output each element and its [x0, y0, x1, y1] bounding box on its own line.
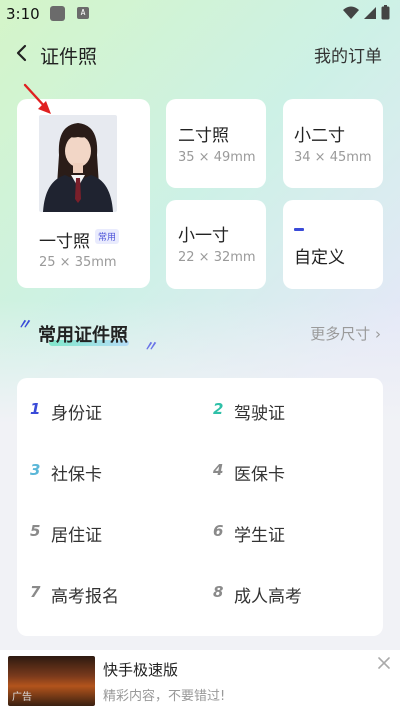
list-item-medical-insurance-card[interactable]: 4 医保卡 — [213, 459, 383, 489]
quote-open-icon: 〃 — [17, 317, 31, 333]
list-item-driver-license[interactable]: 2 驾驶证 — [213, 398, 383, 428]
app-notification-icon — [50, 6, 65, 21]
item-number: 7 — [30, 583, 41, 601]
text-notification-icon: A — [77, 7, 89, 19]
item-number: 6 — [213, 522, 224, 540]
custom-accent-dash — [294, 228, 304, 231]
item-label: 社保卡 — [51, 465, 102, 485]
two-inch-label: 二寸照 — [178, 126, 229, 146]
item-number: 3 — [30, 461, 41, 479]
more-sizes-link[interactable]: 更多尺寸 › — [310, 323, 381, 344]
item-number: 8 — [213, 583, 224, 601]
item-label: 成人高考 — [234, 587, 302, 607]
status-icons — [343, 5, 390, 20]
id-photo-sample — [39, 115, 117, 212]
custom-label: 自定义 — [294, 248, 345, 268]
ad-banner[interactable]: 广告 快手极速版 精彩内容，不要错过! — [0, 650, 400, 711]
status-time: 3:10 — [6, 5, 40, 23]
two-inch-dimensions: 35 × 49mm — [178, 150, 256, 165]
ad-title: 快手极速版 — [103, 661, 179, 679]
small-one-inch-label: 小一寸 — [178, 226, 229, 246]
battery-icon — [381, 5, 390, 20]
my-orders-link[interactable]: 我的订单 — [314, 42, 382, 67]
page-title: 证件照 — [40, 46, 98, 68]
red-arrow-annotation — [23, 83, 51, 114]
back-icon[interactable] — [12, 43, 32, 63]
item-label: 医保卡 — [234, 465, 285, 485]
size-card-one-inch[interactable]: 一寸照 常用 25 × 35mm — [17, 99, 150, 288]
one-inch-dimensions: 25 × 35mm — [39, 255, 117, 270]
item-number: 1 — [30, 400, 41, 418]
common-badge: 常用 — [95, 229, 120, 244]
size-card-small-two-inch[interactable]: 小二寸 34 × 45mm — [283, 99, 383, 188]
item-number: 4 — [213, 461, 224, 479]
ad-tag: 广告 — [12, 692, 32, 703]
small-two-inch-label: 小二寸 — [294, 126, 345, 146]
item-label: 驾驶证 — [234, 404, 285, 424]
common-photos-header: 〃 常用证件照 〃 更多尺寸 › — [17, 316, 383, 356]
top-bar: 证件照 我的订单 — [0, 34, 400, 74]
item-number: 2 — [213, 400, 224, 418]
wifi-icon — [343, 6, 359, 19]
item-label: 学生证 — [234, 526, 285, 546]
size-card-custom[interactable]: 自定义 — [283, 200, 383, 289]
signal-icon — [364, 6, 376, 19]
ad-subtitle: 精彩内容，不要错过! — [103, 689, 226, 704]
chevron-right-icon: › — [375, 325, 381, 343]
list-item-student-card[interactable]: 6 学生证 — [213, 520, 383, 550]
list-item-id-card[interactable]: 1 身份证 — [30, 398, 200, 428]
small-two-inch-dimensions: 34 × 45mm — [294, 150, 372, 165]
one-inch-label: 一寸照 — [39, 232, 90, 252]
ad-image[interactable]: 广告 — [8, 656, 95, 706]
size-card-small-one-inch[interactable]: 小一寸 22 × 32mm — [166, 200, 266, 289]
size-card-two-inch[interactable]: 二寸照 35 × 49mm — [166, 99, 266, 188]
item-label: 身份证 — [51, 404, 102, 424]
status-bar: 3:10 A — [0, 0, 400, 28]
quote-close-icon: 〃 — [143, 339, 157, 355]
item-label: 居住证 — [51, 526, 102, 546]
item-label: 高考报名 — [51, 587, 119, 607]
small-one-inch-dimensions: 22 × 32mm — [178, 250, 256, 265]
more-sizes-label: 更多尺寸 — [310, 325, 371, 343]
common-photos-list: 1 身份证 2 驾驶证 3 社保卡 4 医保卡 5 居住证 6 学生证 7 高考… — [17, 378, 383, 636]
close-icon[interactable] — [377, 656, 391, 670]
list-item-residence-permit[interactable]: 5 居住证 — [30, 520, 200, 550]
list-item-social-security-card[interactable]: 3 社保卡 — [30, 459, 200, 489]
item-number: 5 — [30, 522, 41, 540]
section-title: 常用证件照 — [38, 325, 128, 346]
list-item-college-entrance-exam[interactable]: 7 高考报名 — [30, 581, 200, 611]
list-item-adult-college-exam[interactable]: 8 成人高考 — [213, 581, 383, 611]
